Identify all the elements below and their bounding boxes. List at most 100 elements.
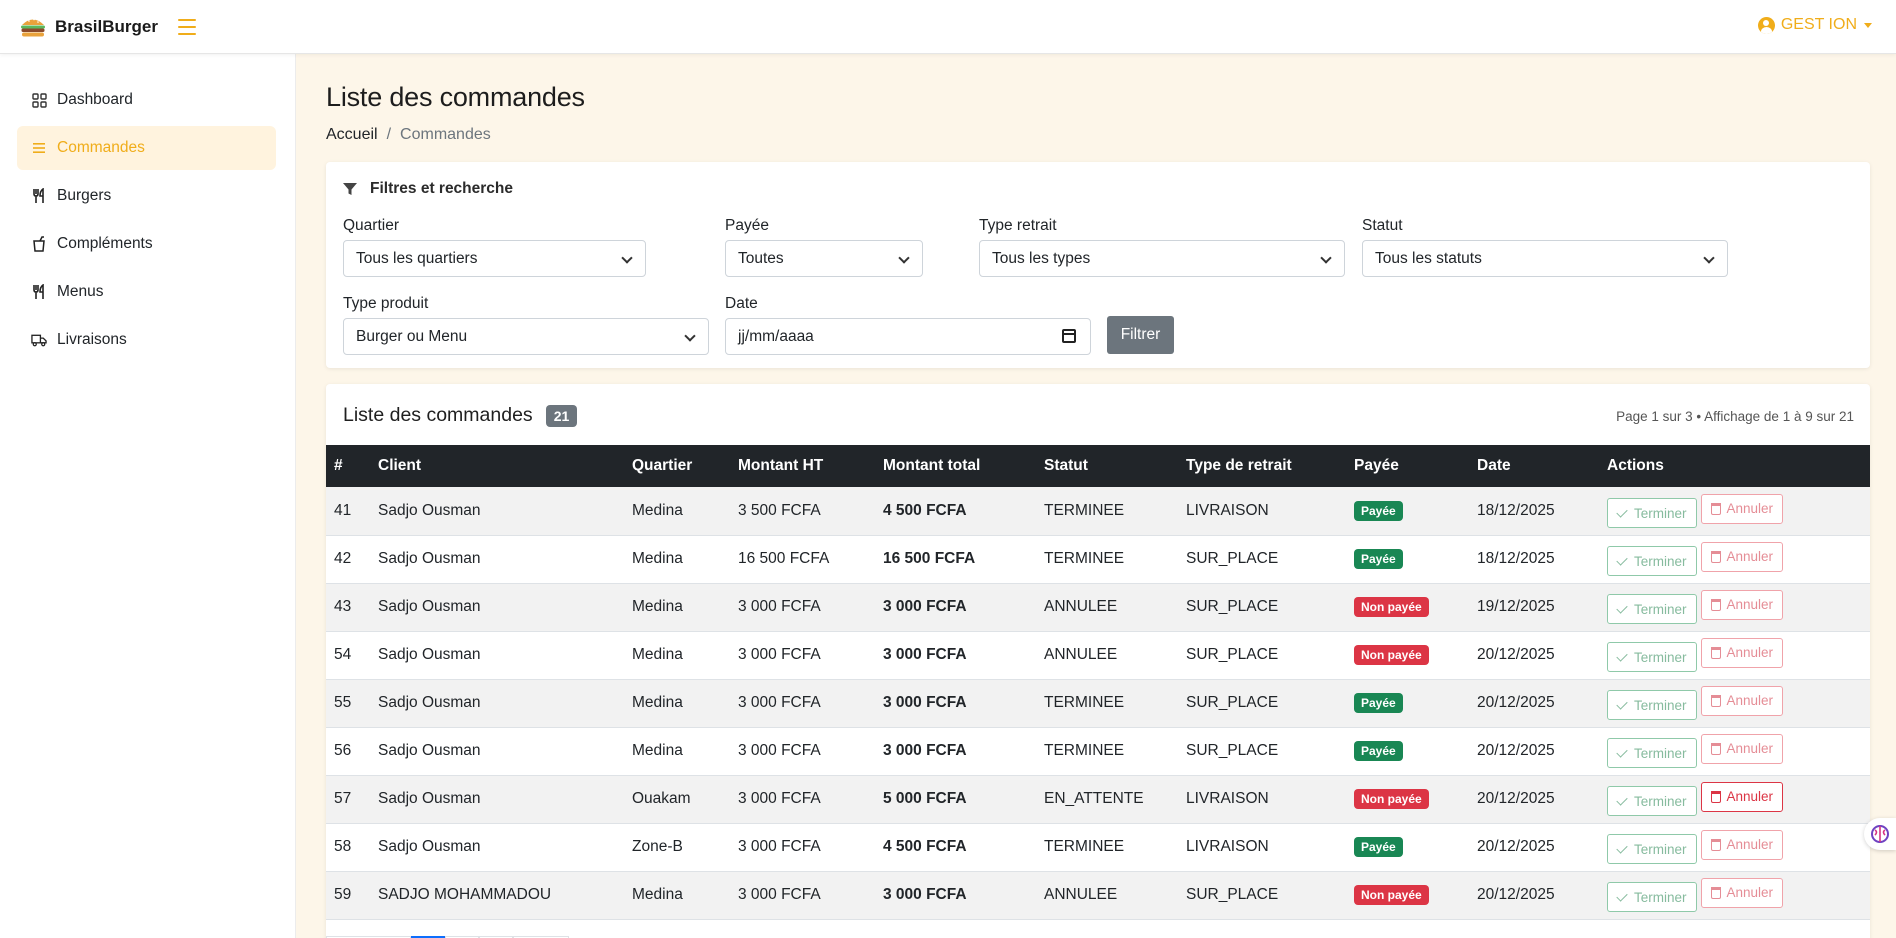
- date-label: Date: [725, 295, 758, 312]
- payee-select-value: Toutes: [738, 249, 784, 267]
- payment-status-badge: Payée: [1354, 741, 1403, 761]
- type-retrait-label: Type retrait: [979, 217, 1057, 234]
- finish-label: Terminer: [1634, 505, 1687, 521]
- cancel-order-button[interactable]: Annuler: [1700, 733, 1784, 764]
- finish-order-button[interactable]: Terminer: [1607, 546, 1697, 577]
- sidebar-item-dashboard[interactable]: Dashboard: [17, 78, 276, 122]
- cell-statut: ANNULEE: [1044, 886, 1118, 903]
- trash-icon: [1710, 502, 1721, 515]
- table-row: 58 Sadjo Ousman Zone-B 3 000 FCFA 4 500 FCFA…: [326, 823, 1870, 871]
- payment-status-badge: Non payée: [1354, 597, 1429, 617]
- date-input-placeholder: jj/mm/aaaa: [738, 327, 814, 345]
- cell-type-retrait: SUR_PLACE: [1186, 646, 1279, 663]
- calendar-icon[interactable]: [1062, 329, 1076, 343]
- column-header: Montant HT: [738, 457, 824, 474]
- trash-icon: [1710, 598, 1721, 611]
- table-row: 59 SADJO MOHAMMADOU Medina 3 000 FCFA 3 000 …: [326, 871, 1870, 919]
- finish-order-button[interactable]: Terminer: [1607, 690, 1697, 721]
- cancel-order-button[interactable]: Annuler: [1700, 877, 1784, 908]
- cell-id: 41: [334, 501, 352, 519]
- cell-date: 18/12/2025: [1477, 550, 1555, 567]
- cell-type-retrait: LIVRAISON: [1186, 790, 1269, 807]
- cell-payee: Non payée: [1346, 775, 1469, 823]
- finish-order-button[interactable]: Terminer: [1607, 642, 1697, 673]
- finish-order-button[interactable]: Terminer: [1607, 498, 1697, 528]
- statut-select[interactable]: Tous les statuts: [1362, 240, 1728, 277]
- sidebar-item-commandes[interactable]: Commandes: [17, 126, 276, 170]
- cell-id: 55: [334, 694, 352, 711]
- breadcrumb-current: Commandes: [400, 126, 491, 143]
- brand[interactable]: BrasilBurger: [19, 14, 158, 40]
- cell-montant-total: 4 500 FCFA: [883, 838, 967, 855]
- sidebar-item-burgers[interactable]: Burgers: [17, 174, 276, 218]
- cell-date: 18/12/2025: [1477, 501, 1555, 519]
- cell-actions: Terminer Annuler: [1599, 487, 1870, 535]
- table-row: 57 Sadjo Ousman Ouakam 3 000 FCFA 5 000 FCFA…: [326, 775, 1870, 823]
- sidebar-item-complements[interactable]: Compléments: [17, 222, 276, 266]
- check-icon: [1616, 602, 1628, 614]
- menu-toggle-icon[interactable]: [177, 18, 196, 35]
- cancel-order-button[interactable]: Annuler: [1700, 589, 1784, 620]
- finish-label: Terminer: [1634, 793, 1687, 809]
- cancel-order-button[interactable]: Annuler: [1700, 637, 1784, 668]
- cell-id: 58: [334, 838, 352, 855]
- table-row: 43 Sadjo Ousman Medina 3 000 FCFA 3 000 FCFA…: [326, 583, 1870, 631]
- cell-montant-ht: 16 500 FCFA: [738, 550, 830, 567]
- quartier-select-value: Tous les quartiers: [356, 249, 478, 267]
- sidebar-item-livraisons[interactable]: Livraisons: [17, 318, 276, 362]
- table-header-row: # Client Quartier Montant HT Montant tot…: [326, 445, 1870, 487]
- cell-montant-total: 4 500 FCFA: [883, 501, 967, 519]
- column-header: Type de retrait: [1186, 457, 1292, 474]
- payment-status-badge: Non payée: [1354, 789, 1429, 809]
- finish-order-button[interactable]: Terminer: [1607, 738, 1697, 769]
- cell-statut: ANNULEE: [1044, 598, 1118, 615]
- cell-id: 54: [334, 646, 352, 663]
- cell-payee: Non payée: [1346, 631, 1469, 679]
- cancel-label: Annuler: [1726, 741, 1774, 757]
- check-icon: [1616, 842, 1628, 854]
- type-produit-select[interactable]: Burger ou Menu: [343, 318, 709, 355]
- trash-icon: [1710, 550, 1721, 563]
- cancel-order-button[interactable]: Annuler: [1700, 829, 1784, 860]
- column-header: Payée: [1354, 457, 1399, 474]
- finish-label: Terminer: [1634, 841, 1687, 857]
- cancel-order-button[interactable]: Annuler: [1700, 781, 1784, 812]
- payee-select[interactable]: Toutes: [725, 240, 923, 277]
- table-row: 41 Sadjo Ousman Medina 3 500 FCFA 4 500 FCFA…: [326, 487, 1870, 535]
- brain-icon: [1871, 825, 1889, 843]
- column-header: Client: [378, 457, 422, 474]
- cell-actions: Terminer Annuler: [1599, 823, 1870, 871]
- cell-date: 20/12/2025: [1477, 646, 1555, 663]
- finish-label: Terminer: [1634, 697, 1687, 713]
- cancel-order-button[interactable]: Annuler: [1700, 685, 1784, 716]
- trash-icon: [1710, 694, 1721, 707]
- user-menu-dropdown[interactable]: GEST ION: [1757, 16, 1872, 34]
- quartier-select[interactable]: Tous les quartiers: [343, 240, 646, 277]
- cell-date: 20/12/2025: [1477, 838, 1555, 855]
- cancel-label: Annuler: [1726, 501, 1774, 516]
- trash-icon: [1710, 742, 1721, 755]
- breadcrumb-home-link[interactable]: Accueil: [326, 126, 378, 144]
- finish-order-button[interactable]: Terminer: [1607, 882, 1697, 913]
- cell-montant-total: 3 000 FCFA: [883, 694, 967, 711]
- finish-order-button[interactable]: Terminer: [1607, 594, 1697, 625]
- sidebar-item-menus[interactable]: Menus: [17, 270, 276, 314]
- check-icon: [1616, 794, 1628, 806]
- cancel-order-button[interactable]: Annuler: [1700, 541, 1784, 572]
- cell-actions: Terminer Annuler: [1599, 679, 1870, 727]
- filter-icon: [343, 183, 357, 195]
- orders-count-badge: 21: [545, 404, 578, 427]
- assistant-widget-icon[interactable]: [1864, 818, 1896, 850]
- date-input[interactable]: jj/mm/aaaa: [725, 318, 1091, 355]
- filters-heading-text: Filtres et recherche: [370, 180, 514, 197]
- sidebar-item-label: Commandes: [57, 139, 145, 157]
- type-retrait-select[interactable]: Tous les types: [979, 240, 1345, 277]
- type-produit-label: Type produit: [343, 295, 429, 312]
- cell-id: 57: [334, 790, 352, 807]
- sidebar-item-label: Burgers: [57, 187, 112, 205]
- filter-button[interactable]: Filtrer: [1107, 316, 1174, 354]
- cell-montant-ht: 3 500 FCFA: [738, 501, 821, 519]
- finish-order-button[interactable]: Terminer: [1607, 786, 1697, 817]
- finish-order-button[interactable]: Terminer: [1607, 834, 1697, 865]
- cancel-order-button[interactable]: Annuler: [1700, 493, 1784, 524]
